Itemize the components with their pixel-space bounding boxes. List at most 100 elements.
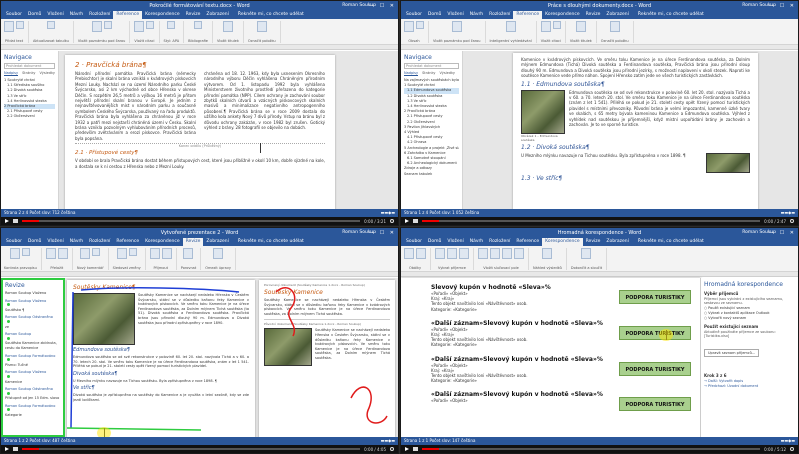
heading-edmundova-soutesska[interactable]: 1.1 · Edmundova soutěska¶ [521, 81, 750, 88]
play-icon[interactable] [405, 219, 409, 223]
footnote-icon[interactable] [451, 21, 462, 32]
navigation-search-input[interactable]: Prohledat dokument [404, 63, 459, 69]
tab-rozlozeni[interactable]: Rozložení [486, 11, 513, 19]
tab-revize[interactable]: Revize [182, 238, 204, 246]
body-paragraph[interactable]: U Mezního mlýnku navazuje na Tichou sout… [521, 153, 702, 173]
zoom-slider-icon[interactable]: ▬▬◆▬ [781, 209, 795, 217]
nav-tab-pages[interactable]: Stránky [422, 71, 435, 76]
tab-vlozeni[interactable]: Vložení [444, 238, 466, 246]
tab-korespondence[interactable]: Korespondence [142, 11, 183, 19]
sources-icon[interactable] [552, 21, 561, 29]
seek-bar[interactable] [422, 220, 761, 222]
settings-gear-icon[interactable] [790, 447, 794, 451]
greeting-line-icon[interactable] [502, 248, 512, 259]
select-recipients-icon[interactable] [447, 248, 457, 259]
radio-new-list[interactable]: Vytvořit nový seznam [704, 316, 795, 321]
preview-results-icon[interactable] [542, 248, 553, 259]
play-icon[interactable] [5, 219, 9, 223]
ruler[interactable] [1, 272, 398, 277]
revision-item[interactable]: Roman Soukup Vloženo Kamenice [5, 370, 61, 384]
nav-heading-item[interactable]: 1.1 Edmundova soutěska [404, 88, 459, 94]
ruler[interactable] [401, 45, 798, 50]
merge-field-line[interactable]: Kategorie: «Kategorie» [431, 307, 691, 312]
lock-icon[interactable] [213, 248, 224, 259]
zoom-slider-icon[interactable]: ▬▬◆▬ [381, 437, 395, 445]
window-controls[interactable]: — ☐ ✕ [769, 1, 796, 11]
reject-icon[interactable] [161, 248, 172, 259]
tab-vlozeni[interactable]: Vložení [44, 238, 66, 246]
gorge-photo-2[interactable] [706, 152, 750, 173]
compare-icon[interactable] [183, 248, 194, 259]
refresh-icon[interactable] [46, 21, 55, 29]
tab-revize[interactable]: Revize [183, 11, 204, 19]
endnote-icon[interactable] [103, 21, 112, 29]
tab-rozlozeni[interactable]: Rozložení [86, 238, 113, 246]
settings-gear-icon[interactable] [390, 447, 394, 451]
start-merge-icon[interactable] [435, 248, 445, 259]
heading-divoka-soutesska[interactable]: 1.2 · Divoká soutěska¶ [521, 144, 750, 151]
delete-comment-icon[interactable] [92, 248, 101, 256]
revision-item[interactable]: Roman Soukup Formátováno Písmo: Tučné [5, 354, 61, 368]
nav-heading-item[interactable]: 2.2 Občerstvení [4, 114, 55, 119]
window-controls[interactable]: — ☐ ✕ [369, 228, 396, 238]
tab-domu[interactable]: Domů [425, 238, 444, 246]
caption-icon[interactable] [575, 21, 586, 32]
seek-bar[interactable] [22, 220, 361, 222]
heading-pristupove-cesty[interactable]: 2.1 · Přístupové cesty¶ [75, 150, 325, 156]
tab-domu[interactable]: Domů [25, 11, 44, 19]
body-paragraph[interactable]: Národní přírodní památka Pravčická brána… [75, 71, 196, 141]
tab-reference[interactable]: Reference [513, 238, 542, 246]
tell-me-box[interactable]: Řekněte mi, co chcete udělat [232, 238, 304, 246]
seek-bar[interactable] [422, 448, 761, 450]
add-text-icon[interactable] [16, 21, 24, 29]
seek-bar[interactable] [22, 448, 361, 450]
body-paragraph[interactable]: Edmundova soutěska se od své rekonstrukc… [569, 90, 750, 142]
sources-icon[interactable] [146, 21, 155, 29]
smart-lookup-icon[interactable] [505, 21, 516, 32]
tell-me-box[interactable]: Řekněte mi, co chcete udělat [632, 11, 704, 19]
nav-tab-results[interactable]: Výsledky [439, 71, 455, 76]
document-page[interactable]: 2 · Pravčická brána¶ Národní přírodní pa… [65, 55, 335, 225]
tab-revize[interactable]: Revize [583, 238, 604, 246]
window-controls[interactable]: — ☐ ✕ [769, 228, 796, 238]
toc-icon[interactable] [404, 21, 414, 32]
heading-pravcicka-brana[interactable]: 2 · Pravčická brána¶ [75, 61, 325, 69]
edit-recipients-icon[interactable] [459, 248, 469, 259]
tab-zobrazeni[interactable]: Zobrazení [203, 238, 232, 246]
merge-field-line[interactable]: Kategorie: «Kategorie» [431, 378, 691, 383]
bibliography-icon[interactable] [194, 21, 203, 29]
revision-item[interactable]: Roman Soukup Odstraněno Přístupné od jen … [5, 387, 61, 401]
nav-heading-item[interactable]: Seznam tabulek [404, 172, 459, 177]
previous-step-link[interactable]: Předchozí: Úvodní dokument [704, 384, 795, 389]
play-icon[interactable] [405, 447, 409, 451]
document-page[interactable]: Kamenice v kvádrových pískovcích. Ve smě… [513, 53, 758, 213]
labels-icon[interactable] [416, 248, 426, 259]
track-changes-icon[interactable] [116, 248, 127, 259]
window-controls[interactable]: — ☐ ✕ [369, 1, 396, 11]
tab-revize[interactable]: Revize [583, 11, 604, 19]
heading-ve-stric[interactable]: 1.3 · Ve stříc¶ [521, 175, 750, 182]
tab-soubor[interactable]: Soubor [403, 238, 425, 246]
highlight-fields-icon[interactable] [478, 248, 488, 259]
tab-reference[interactable]: Reference [513, 11, 543, 19]
tab-zobrazeni[interactable]: Zobrazení [603, 238, 632, 246]
tab-soubor[interactable]: Soubor [3, 238, 25, 246]
tab-korespondence[interactable]: Korespondence [142, 238, 183, 246]
edit-recipients-link[interactable]: Upravit seznam příjemců… [704, 348, 760, 357]
play-icon[interactable] [5, 447, 9, 451]
style-dropdown-icon[interactable] [167, 21, 176, 29]
ruler[interactable] [1, 45, 398, 50]
coupon-block[interactable]: Slevový kupón v hodnotě «Sleva»% «Pořadí»… [431, 284, 691, 312]
thesaurus-icon[interactable] [22, 248, 31, 256]
volume-icon[interactable] [413, 219, 418, 223]
zoom-slider-icon[interactable]: ▬▬◆▬ [381, 209, 395, 217]
nav-tab-pages[interactable]: Stránky [22, 71, 35, 76]
spellcheck-icon[interactable] [10, 248, 21, 259]
nav-tab-headings[interactable]: Nadpisy [404, 71, 419, 76]
document-page[interactable]: Slevový kupón v hodnotě «Sleva»% «Pořadí»… [401, 278, 701, 440]
body-paragraph[interactable]: V období se brala Pravčická brána dostat… [75, 158, 325, 169]
coupon-block[interactable]: «Další záznam»Slevový kupón v hodnotě «S… [431, 391, 691, 412]
new-comment-icon[interactable] [80, 248, 91, 259]
translate-icon[interactable] [45, 248, 56, 259]
tab-rozlozeni[interactable]: Rozložení [486, 238, 513, 246]
